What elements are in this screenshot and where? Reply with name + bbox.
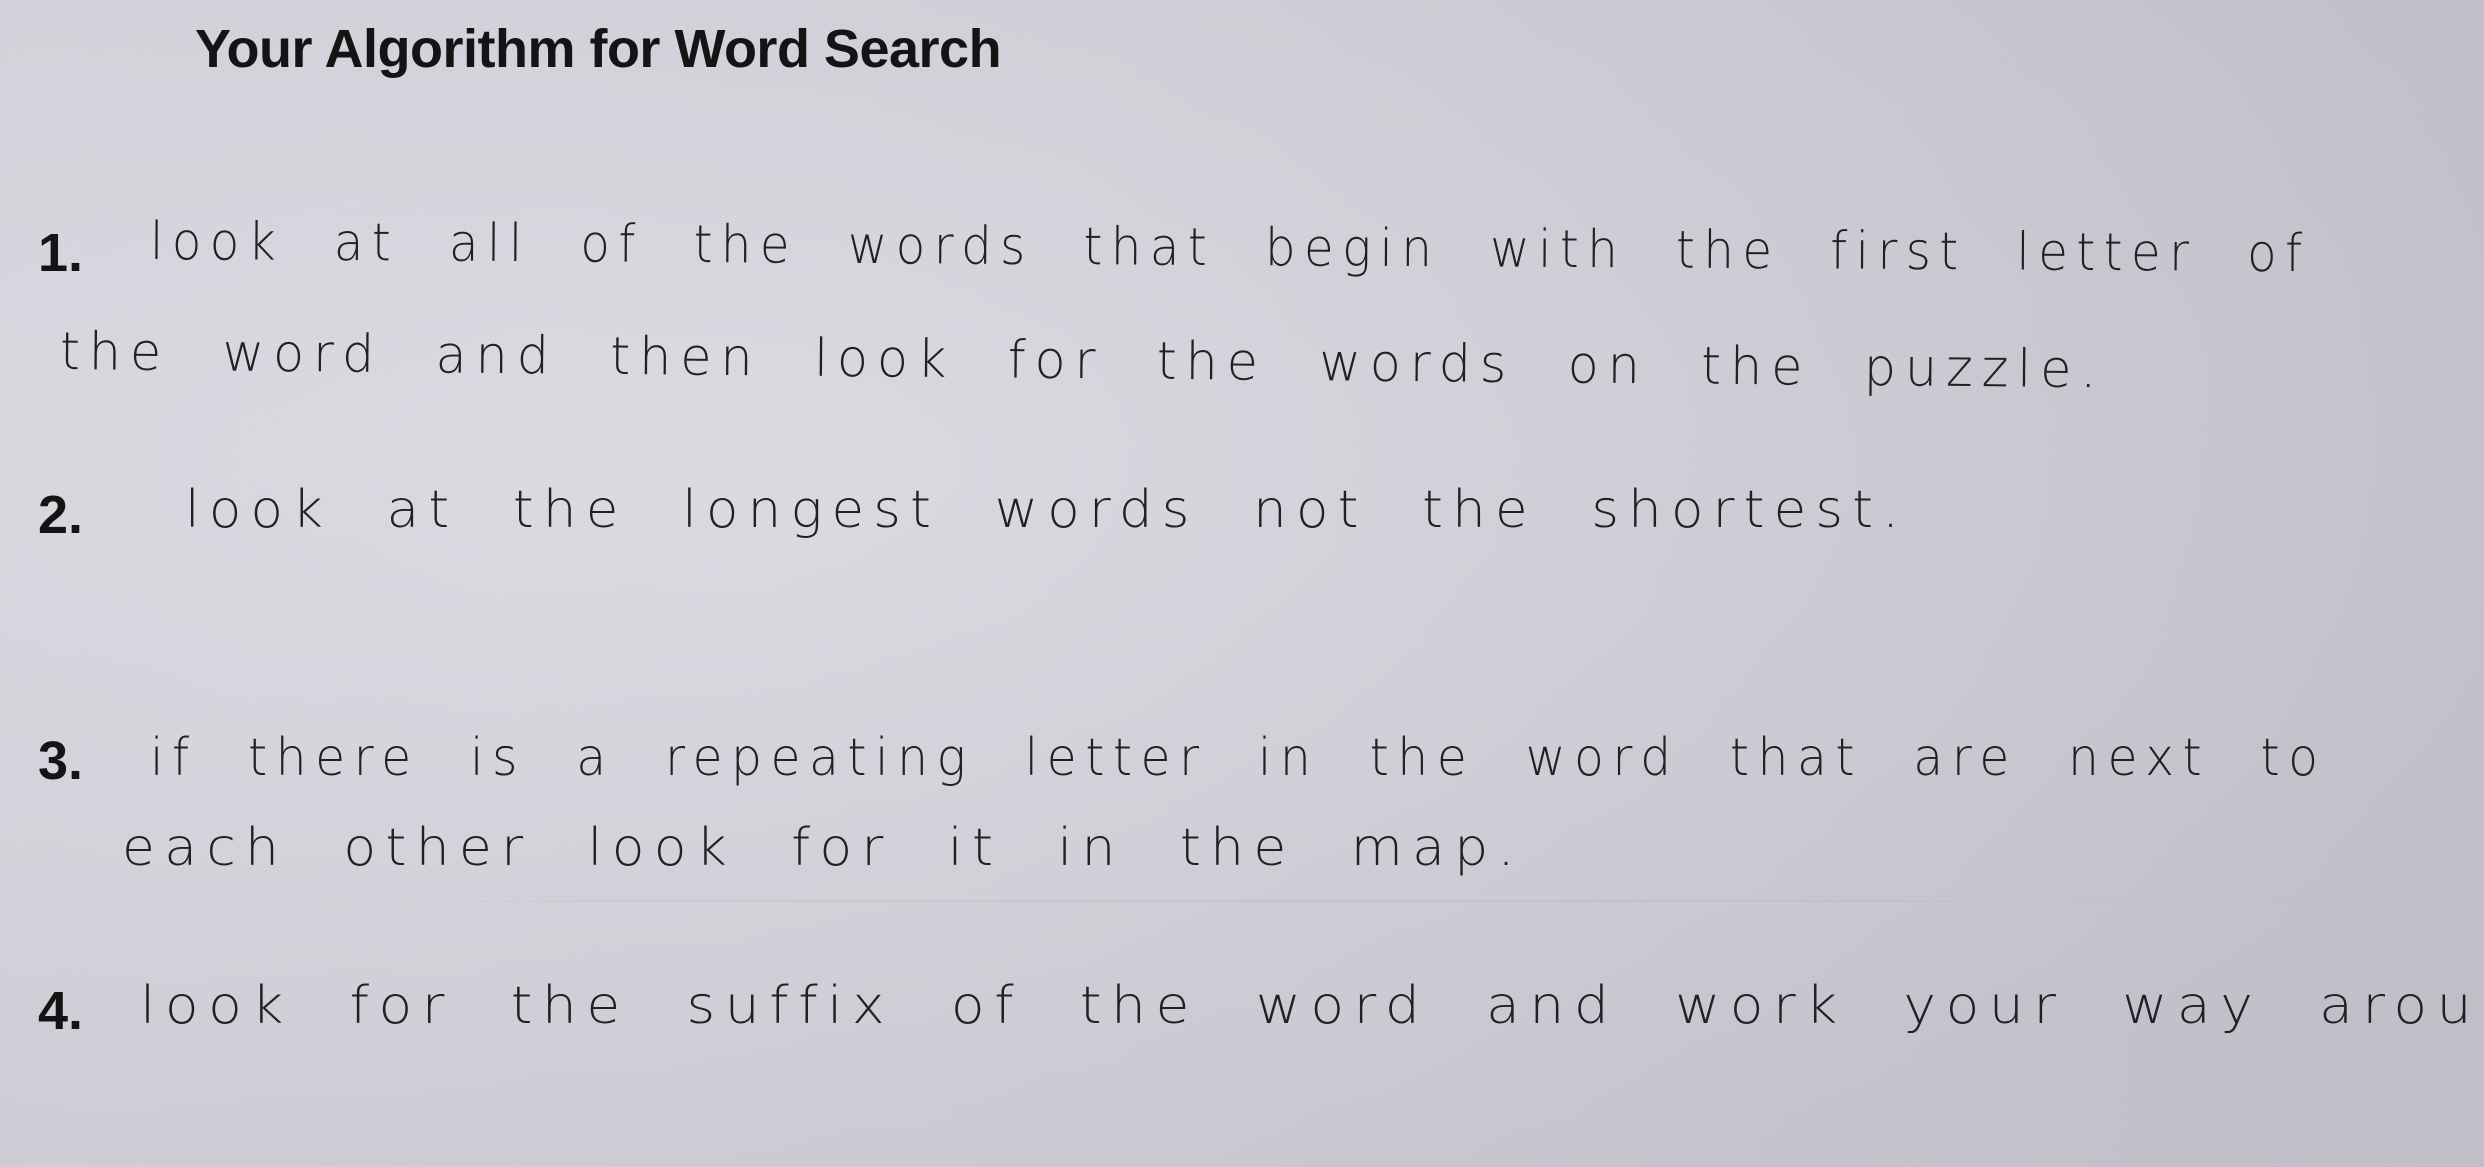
step-number: 3. xyxy=(38,731,84,791)
handwritten-line: look for the suffix of the word and work… xyxy=(140,976,2484,1036)
step-number: 1. xyxy=(38,223,84,283)
handwritten-line: look at the longest words not the shorte… xyxy=(185,480,1909,540)
step-number: 2. xyxy=(38,485,84,545)
handwritten-line: the word and then look for the words on … xyxy=(59,322,2106,401)
paper-crease xyxy=(0,900,2484,902)
step-number: 4. xyxy=(38,981,84,1041)
handwritten-line: if there is a repeating letter in the wo… xyxy=(150,728,2327,788)
handwritten-line: each other look for it in the map. xyxy=(122,818,1524,878)
handwritten-line: look at all of the words that begin with… xyxy=(149,212,2311,285)
worksheet-title: Your Algorithm for Word Search xyxy=(195,19,1002,79)
